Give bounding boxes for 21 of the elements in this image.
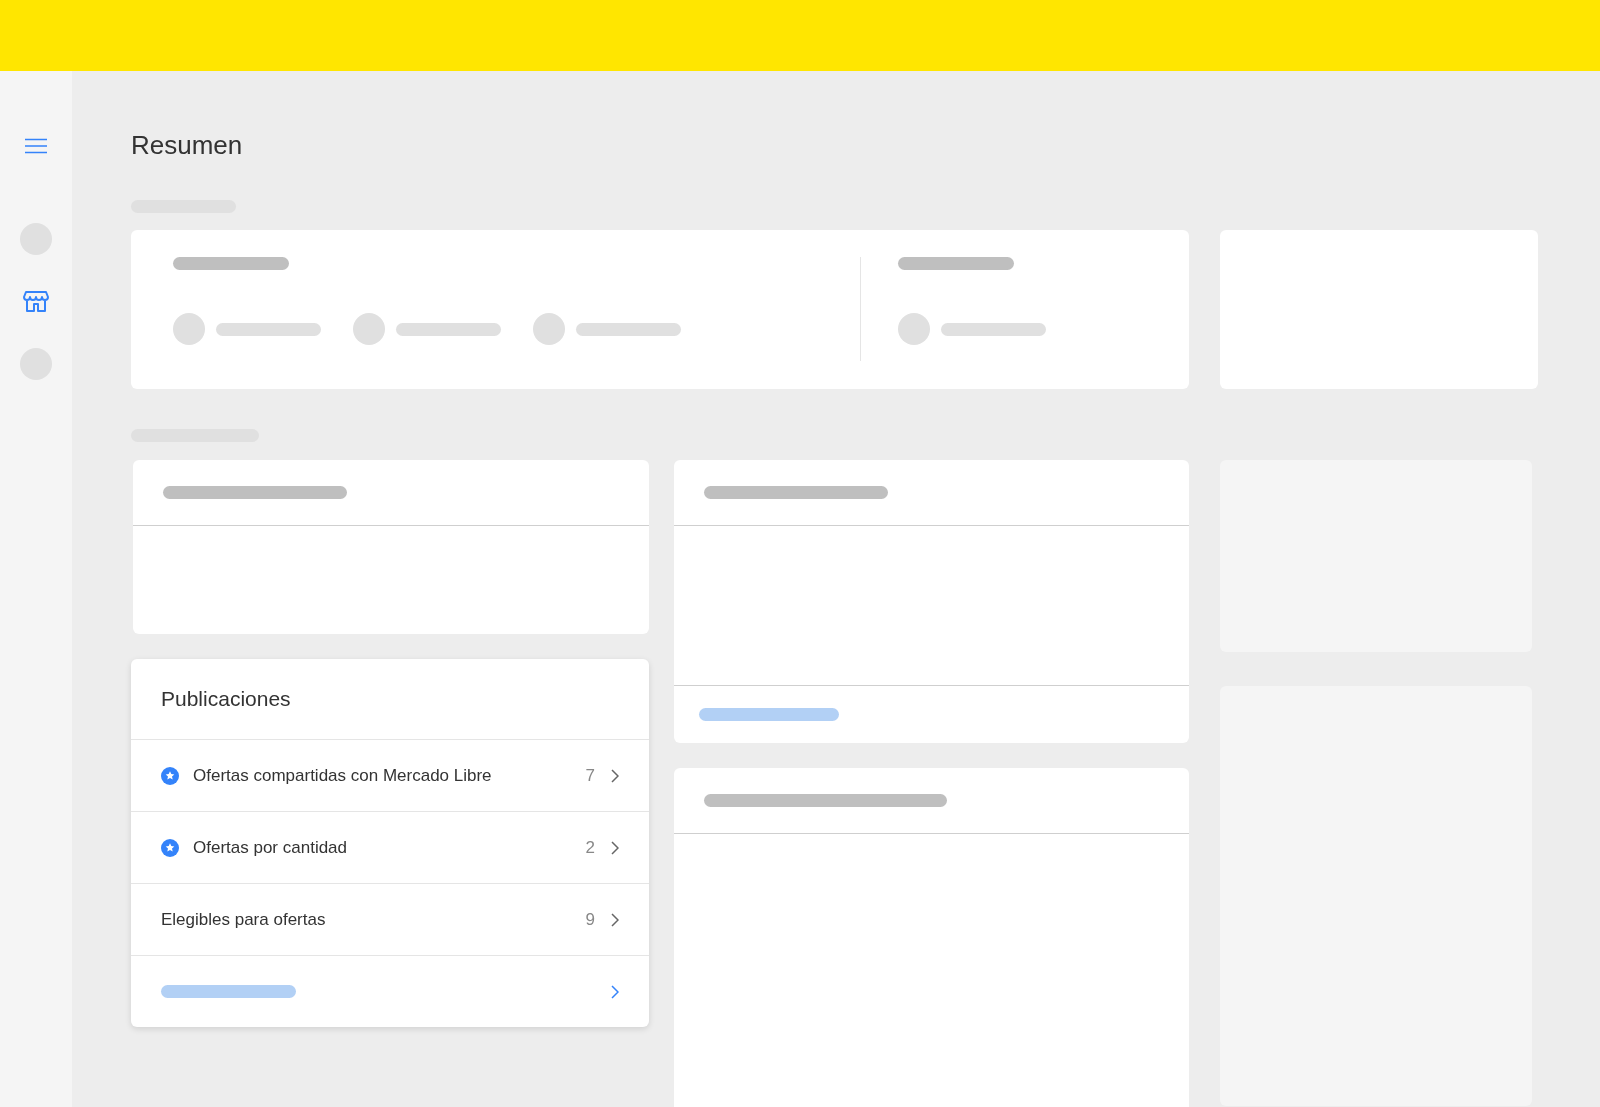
skeleton-circle [898,313,930,345]
item-label: Elegibles para ofertas [161,909,327,930]
item-label: Ofertas por cantidad [193,837,349,858]
skeleton-circle [353,313,385,345]
item-count: 2 [585,837,595,858]
store-icon[interactable] [23,288,49,312]
list-item[interactable]: Ofertas por cantidad 2 [131,812,649,884]
card-title: Publicaciones [131,659,649,740]
list-item[interactable]: Elegibles para ofertas 9 [131,884,649,956]
item-count: 7 [585,765,595,786]
item-label: Ofertas compartidas con Mercado Libre [193,765,493,786]
skeleton-circle [533,313,565,345]
menu-icon[interactable] [25,138,47,154]
page-title: Resumen [131,130,244,160]
chevron-right-icon [611,912,619,927]
chevron-right-icon[interactable] [611,984,619,999]
skeleton-circle [173,313,205,345]
chevron-right-icon [611,768,619,783]
chevron-right-icon [611,840,619,855]
item-count: 9 [585,909,595,930]
list-item[interactable]: Ofertas compartidas con Mercado Libre 7 [131,740,649,812]
